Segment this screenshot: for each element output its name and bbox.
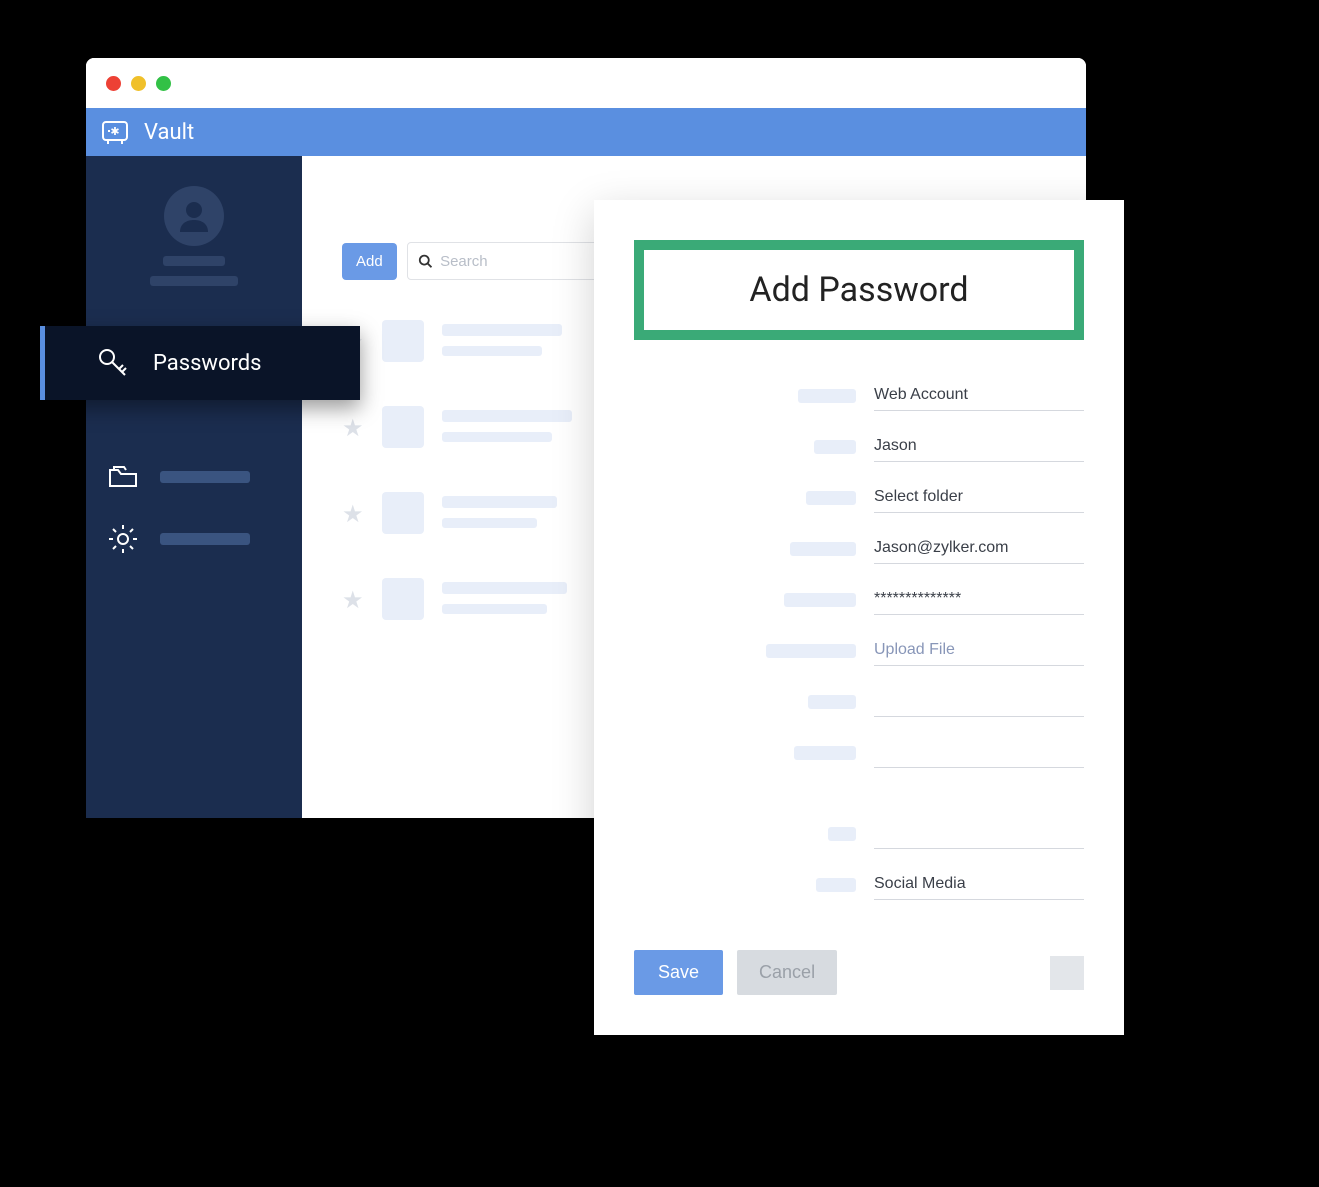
password-field[interactable] (874, 584, 1084, 615)
field-label-placeholder (794, 746, 856, 760)
placeholder-line (442, 496, 557, 508)
app-title: Vault (144, 120, 194, 145)
field-label-placeholder (828, 827, 856, 841)
add-button[interactable]: Add (342, 243, 397, 280)
category-field[interactable] (874, 869, 1084, 900)
placeholder-line (442, 518, 537, 528)
user-profile[interactable] (86, 186, 302, 286)
folder-field[interactable] (874, 482, 1084, 513)
placeholder-line (442, 346, 542, 356)
key-icon (95, 345, 131, 381)
field-label-placeholder (806, 491, 856, 505)
sidebar-item-label: Passwords (153, 351, 262, 376)
avatar-icon (164, 186, 224, 246)
field-label-placeholder (798, 389, 856, 403)
gear-icon (106, 522, 140, 556)
placeholder-line (160, 533, 250, 545)
item-thumbnail (382, 492, 424, 534)
sidebar-item-folders[interactable] (86, 446, 302, 508)
window-close-icon[interactable] (106, 76, 121, 91)
vault-logo-icon: ✱ (100, 117, 130, 147)
window-minimize-icon[interactable] (131, 76, 146, 91)
save-button[interactable]: Save (634, 950, 723, 995)
placeholder-line (163, 256, 225, 266)
field-label-placeholder (766, 644, 856, 658)
app-header: ✱ Vault (86, 108, 1086, 156)
placeholder-line (442, 410, 572, 422)
name-field[interactable] (874, 431, 1084, 462)
cancel-button[interactable]: Cancel (737, 950, 837, 995)
window-titlebar (86, 58, 1086, 108)
field-label-placeholder (808, 695, 856, 709)
panel-extra-button[interactable] (1050, 956, 1084, 990)
star-icon[interactable]: ★ (342, 500, 364, 528)
placeholder-line (442, 432, 552, 442)
star-icon[interactable]: ★ (342, 586, 364, 614)
field-label-placeholder (816, 878, 856, 892)
field-label-placeholder (790, 542, 856, 556)
star-icon[interactable]: ★ (342, 414, 364, 442)
panel-actions: Save Cancel (634, 950, 1084, 995)
sidebar-item-passwords[interactable]: Passwords (40, 326, 360, 400)
file-field[interactable] (874, 635, 1084, 666)
account-type-field[interactable] (874, 380, 1084, 411)
placeholder-line (442, 582, 567, 594)
search-icon (418, 253, 432, 269)
sidebar: Passwords (86, 156, 302, 818)
add-password-panel: Add Password Save Can (594, 200, 1124, 1035)
panel-title: Add Password (654, 270, 1064, 310)
item-thumbnail (382, 578, 424, 620)
window-maximize-icon[interactable] (156, 76, 171, 91)
placeholder-line (150, 276, 238, 286)
extra-field-3[interactable] (874, 818, 1084, 849)
panel-title-frame: Add Password (634, 240, 1084, 340)
item-thumbnail (382, 406, 424, 448)
field-label-placeholder (784, 593, 856, 607)
extra-field-1[interactable] (874, 686, 1084, 717)
folder-icon (106, 460, 140, 494)
extra-field-2[interactable] (874, 737, 1084, 768)
sidebar-item-settings[interactable] (86, 508, 302, 570)
item-thumbnail (382, 320, 424, 362)
placeholder-line (442, 604, 547, 614)
placeholder-line (160, 471, 250, 483)
field-label-placeholder (814, 440, 856, 454)
placeholder-line (442, 324, 562, 336)
email-field[interactable] (874, 533, 1084, 564)
svg-text:✱: ✱ (110, 125, 119, 138)
